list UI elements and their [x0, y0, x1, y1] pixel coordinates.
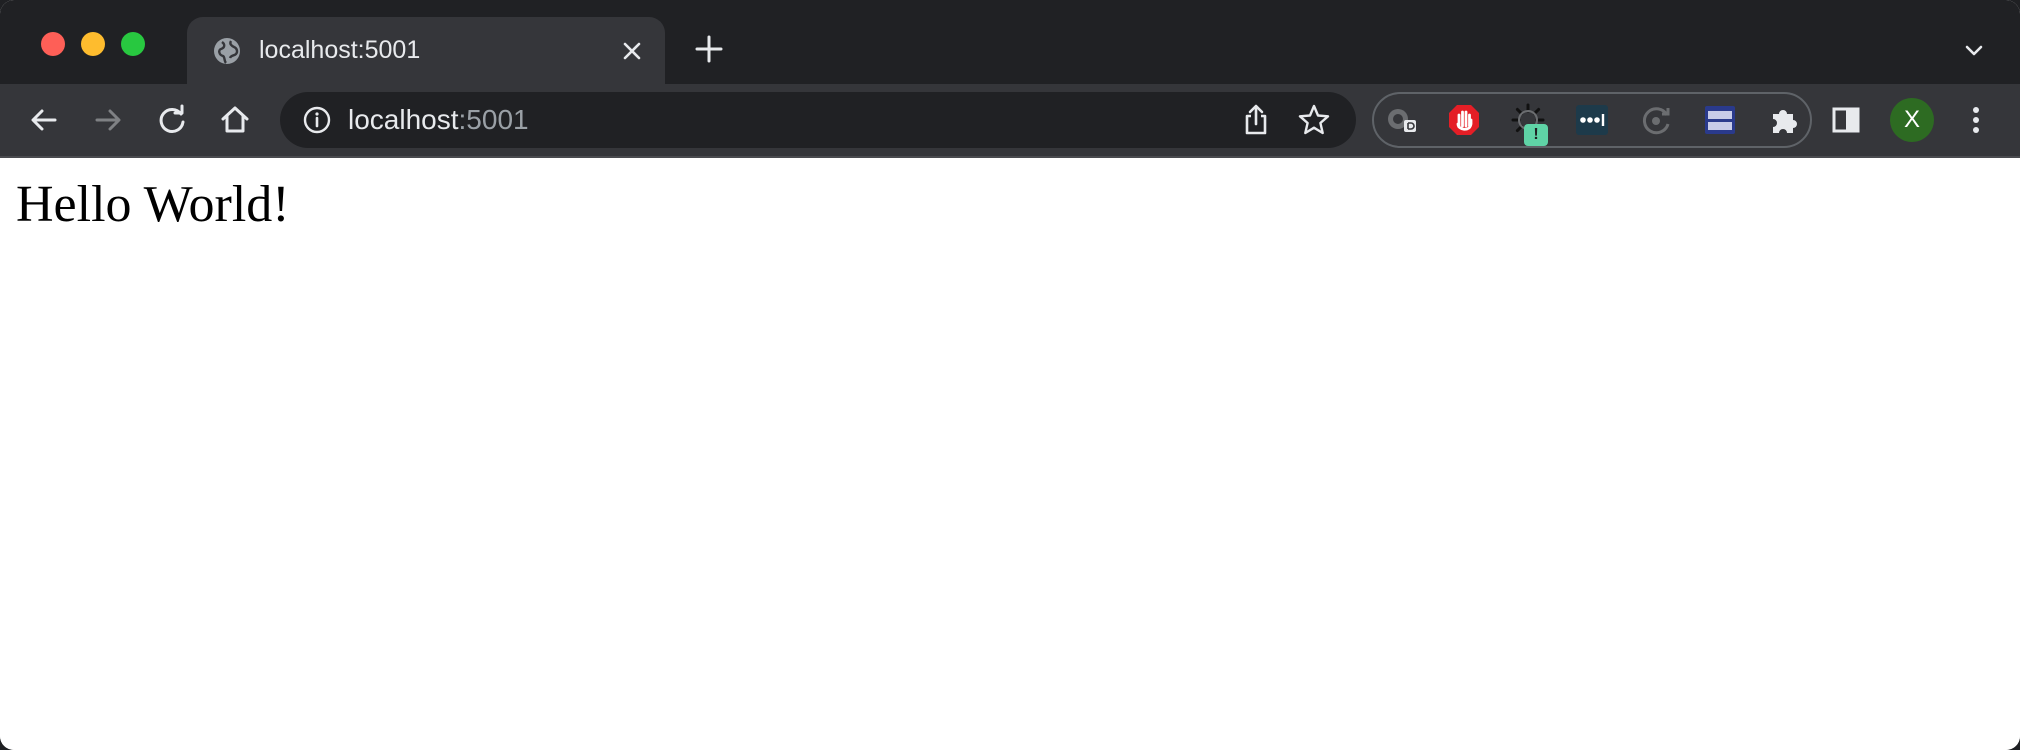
adblock-icon[interactable]	[1446, 102, 1482, 138]
dots-extension-icon[interactable]	[1574, 102, 1610, 138]
share-icon[interactable]	[1238, 102, 1274, 138]
back-icon[interactable]	[24, 100, 64, 140]
address-bar[interactable]: localhost:5001	[280, 92, 1356, 148]
url-port: :5001	[458, 104, 529, 135]
chevron-down-icon[interactable]	[1960, 37, 1988, 65]
side-panel-icon[interactable]	[1826, 100, 1866, 140]
window-extension-icon[interactable]	[1702, 102, 1738, 138]
grammar-extension-icon[interactable]	[1384, 102, 1420, 138]
browser-window: localhost:5001 localhost:5001 ! X Hello …	[0, 0, 2020, 750]
tab-title: localhost:5001	[259, 36, 421, 64]
refresh-extension-icon[interactable]	[1638, 102, 1674, 138]
tab-localhost[interactable]: localhost:5001	[187, 17, 665, 84]
url-host: localhost	[348, 104, 459, 135]
extension-badge: !	[1524, 124, 1548, 146]
url-text[interactable]: localhost:5001	[348, 104, 529, 136]
minimize-window-button[interactable]	[81, 32, 105, 56]
reload-icon[interactable]	[152, 100, 192, 140]
maximize-window-button[interactable]	[121, 32, 145, 56]
globe-icon	[212, 36, 242, 66]
close-tab-icon[interactable]	[618, 37, 646, 65]
new-tab-icon[interactable]	[693, 33, 725, 65]
extensions-area: !	[1372, 92, 1812, 148]
puzzle-extensions-icon[interactable]	[1764, 100, 1804, 140]
forward-icon[interactable]	[88, 100, 128, 140]
home-icon[interactable]	[215, 100, 255, 140]
tab-strip: localhost:5001	[0, 0, 2020, 84]
close-window-button[interactable]	[41, 32, 65, 56]
site-info-icon[interactable]	[302, 105, 332, 135]
page-content: Hello World!	[0, 158, 2020, 750]
bookmark-star-icon[interactable]	[1296, 102, 1332, 138]
page-heading: Hello World!	[16, 176, 290, 233]
more-menu-icon[interactable]	[1956, 100, 1996, 140]
browser-toolbar: localhost:5001 ! X	[0, 84, 2020, 156]
profile-avatar[interactable]: X	[1890, 98, 1934, 142]
